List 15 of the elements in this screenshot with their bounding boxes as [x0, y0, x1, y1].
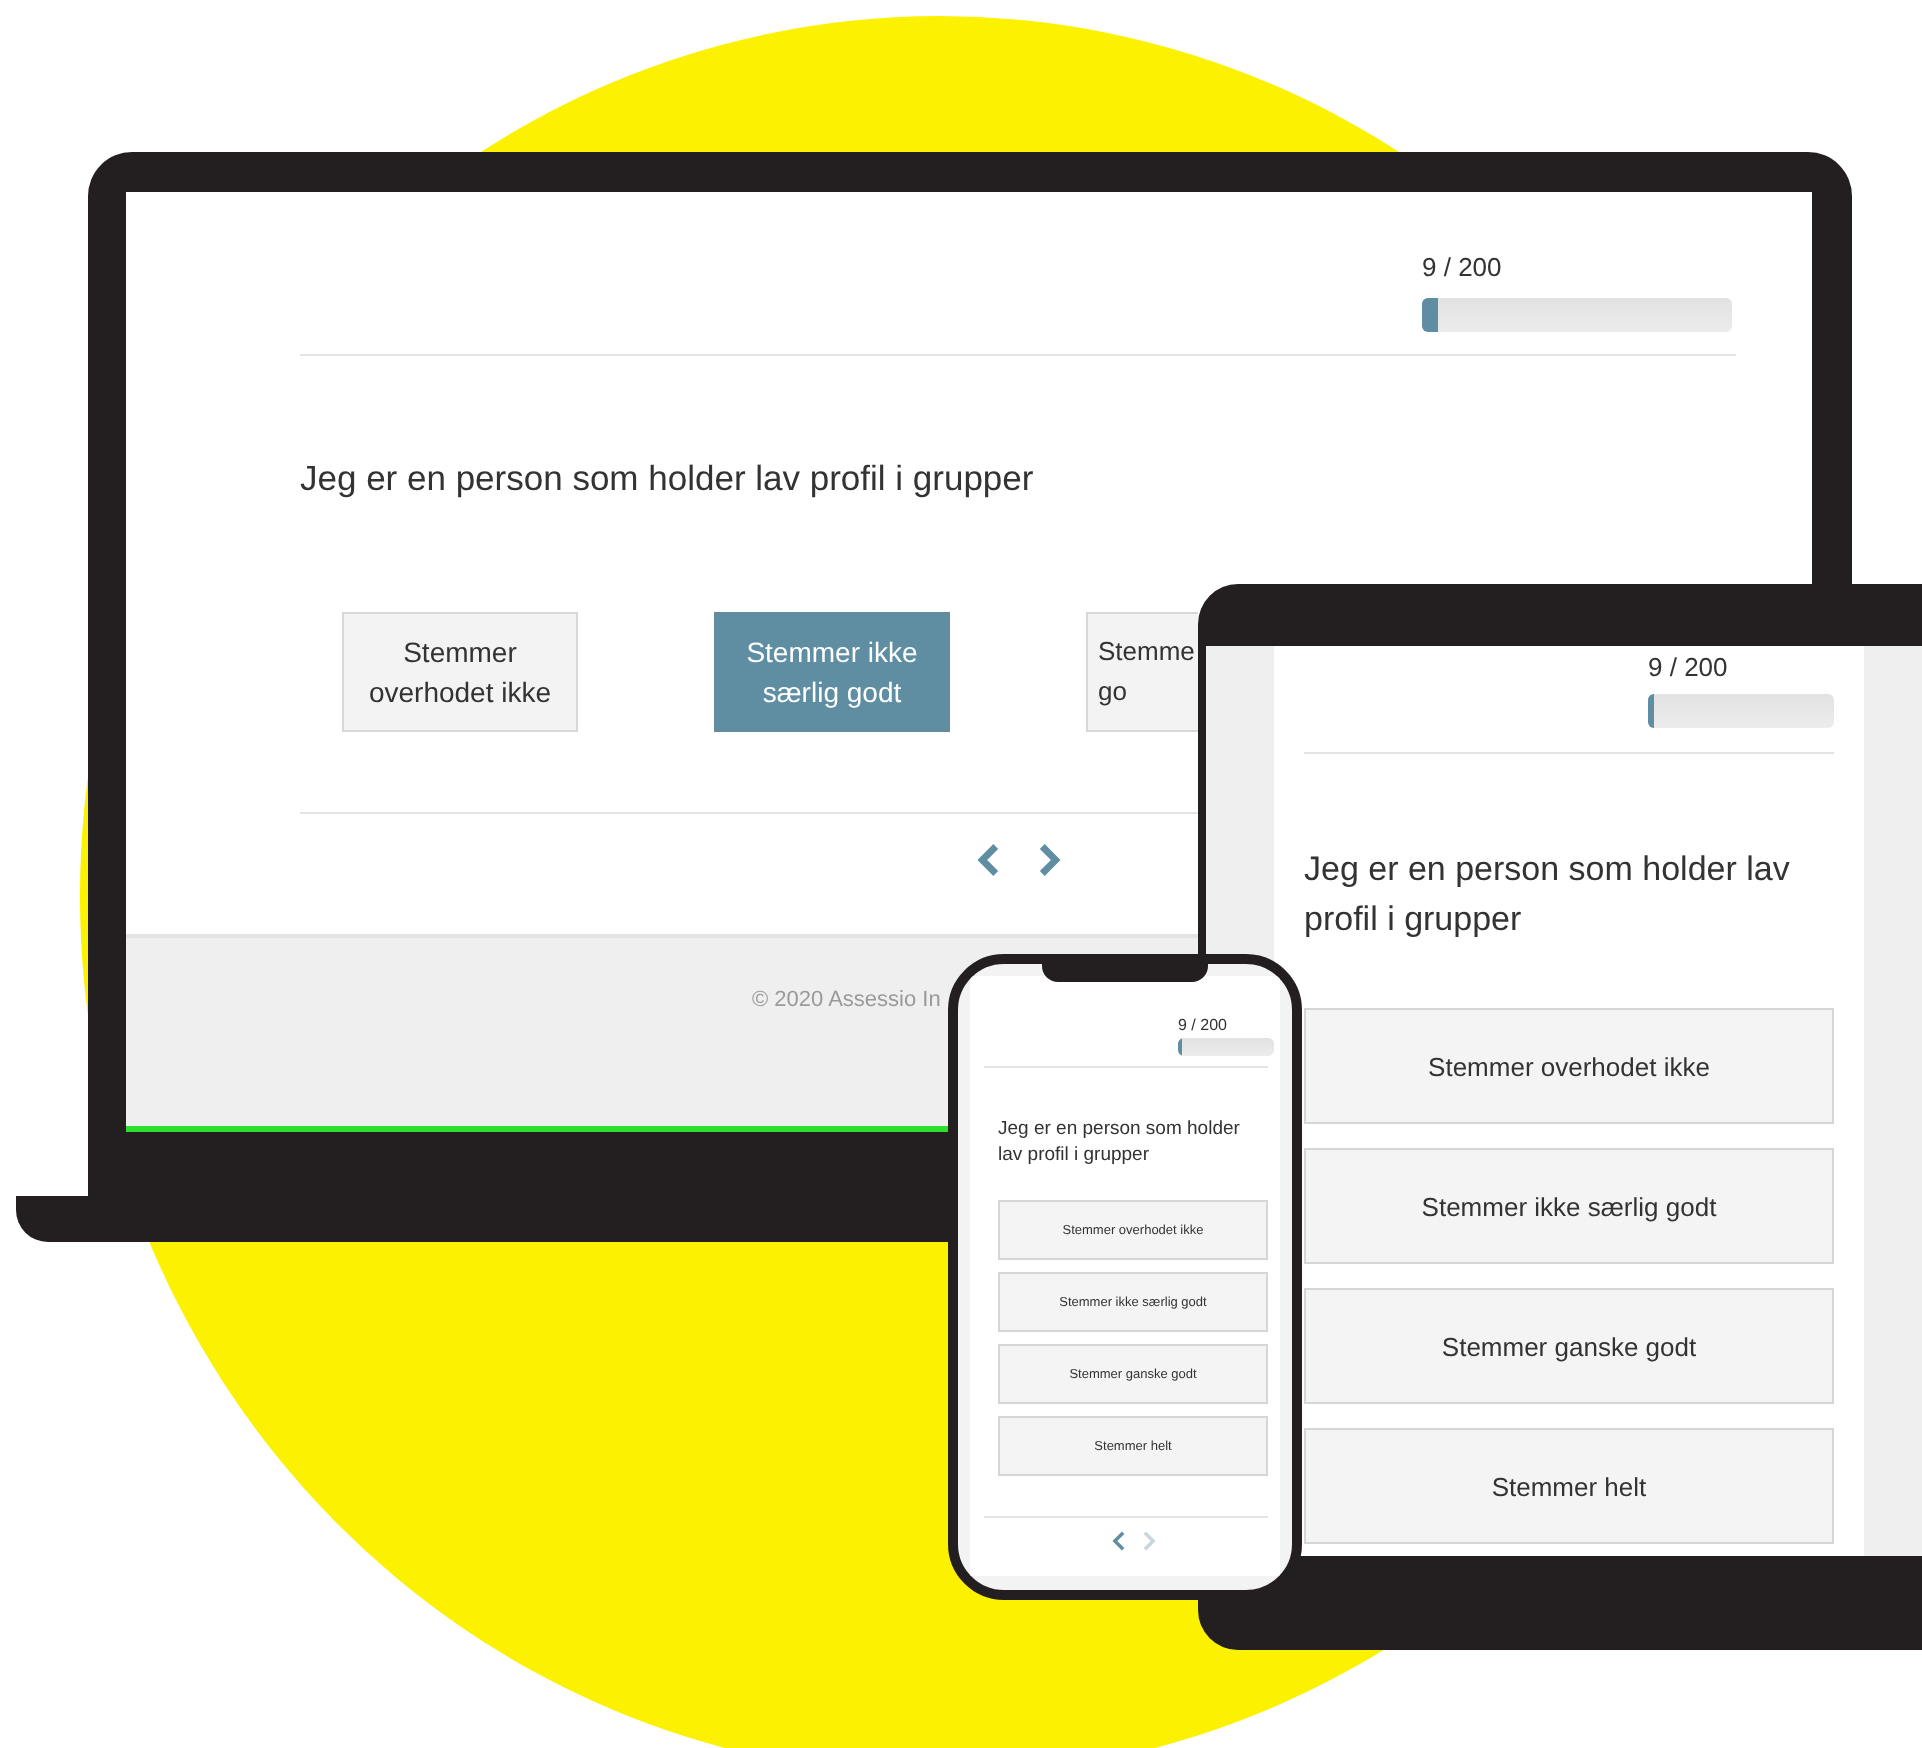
answer-button[interactable]: Stemmer overhodet ikke — [342, 612, 578, 732]
progress-count: 9 / 200 — [1178, 1016, 1227, 1034]
progress-count: 9 / 200 — [1648, 652, 1728, 682]
question-text: Jeg er en person som holder lav profil i grupper — [1304, 848, 1792, 942]
answer-button[interactable]: Stemmer overhodet ikke — [1304, 1008, 1834, 1124]
answer-button[interactable]: Stemmer ikke særlig godt — [1304, 1148, 1834, 1264]
answer-button[interactable]: Stemmer helt — [1304, 1428, 1834, 1544]
answer-button[interactable]: Stemmer ganske godt — [1304, 1288, 1834, 1404]
question-text: Jeg er en person som holder lav profil i grupper — [300, 458, 1036, 500]
answer-button[interactable]: Stemmer ikke særlig godt — [714, 612, 950, 732]
progress-count: 9 / 200 — [1422, 252, 1502, 282]
answer-button[interactable]: Stemme go — [1086, 612, 1198, 732]
question-text: Jeg er en person som holder lav profil i grupper — [998, 1116, 1242, 1168]
copyright-text: © 2020 Assessio In — [752, 988, 941, 1012]
previous-icon[interactable] — [1110, 1530, 1128, 1552]
